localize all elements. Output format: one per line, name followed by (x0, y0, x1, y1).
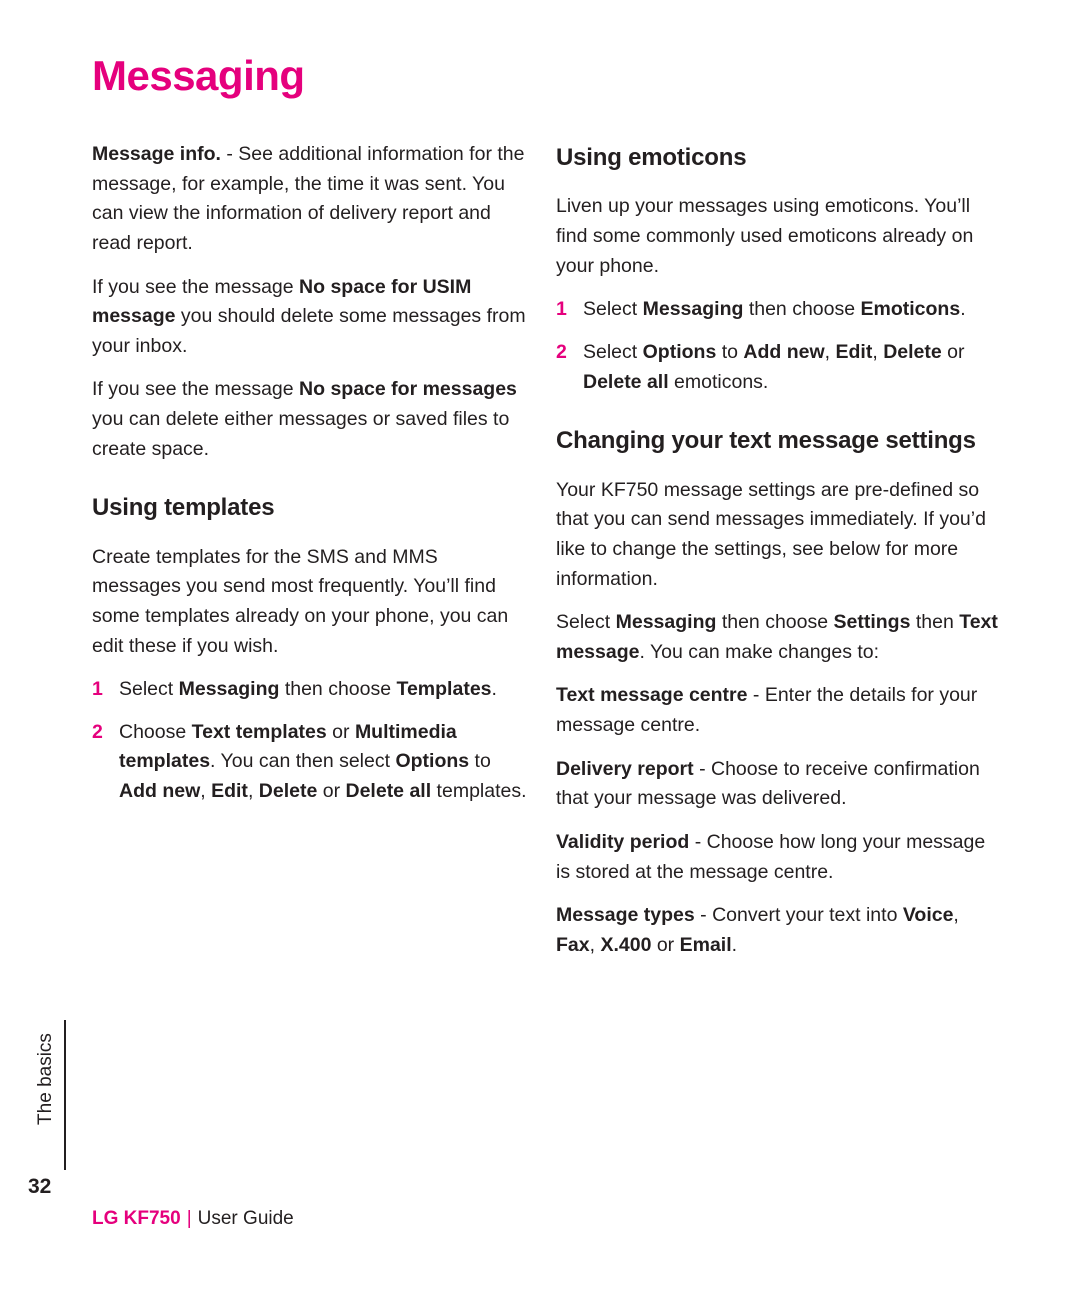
paragraph-no-space-messages: If you see the message No space for mess… (92, 375, 530, 464)
delivery-lead: Delivery report (556, 757, 694, 780)
step1-mid: then choose (279, 678, 397, 701)
r-step1-bold-messaging: Messaging (642, 298, 744, 321)
types-comma1: , (953, 904, 959, 927)
centre-lead: Text message centre (556, 684, 748, 707)
r-step2-pre: Select (583, 340, 643, 363)
step2-mid2: . You can then select (210, 750, 396, 773)
validity-lead: Validity period (556, 830, 690, 853)
step2-bold-delete-all: Delete all (345, 780, 432, 803)
step-number: 2 (556, 340, 567, 363)
step1-bold-messaging: Messaging (178, 678, 280, 701)
item-text-message-centre: Text message centre - Enter the details … (556, 681, 998, 740)
footer-guide-label: User Guide (197, 1208, 294, 1229)
item-validity-period: Validity period - Choose how long your m… (556, 828, 998, 887)
no-space-messages-post: you can delete either messages or saved … (92, 408, 510, 460)
footer: LG KF750 | User Guide (92, 1208, 294, 1230)
r-step2-comma2: , (872, 340, 884, 363)
item-message-types: Message types - Convert your text into V… (556, 901, 998, 960)
select-pre: Select (556, 611, 616, 634)
step2-mid3: to (469, 750, 491, 773)
r-step1-mid: then choose (743, 298, 861, 321)
section-tab: The basics (24, 1020, 66, 1170)
step-number: 2 (92, 720, 103, 743)
paragraph-emoticons-intro: Liven up your messages using emoticons. … (556, 195, 974, 277)
r-step2-bold-edit: Edit (835, 340, 873, 363)
section-tab-label: The basics (35, 1033, 56, 1125)
item-delivery-report: Delivery report - Choose to receive conf… (556, 755, 998, 814)
footer-separator: | (186, 1208, 192, 1229)
heading-changing-text-message-settings: Changing your text message settings (556, 427, 976, 455)
types-post: . (731, 933, 738, 956)
types-mid2: or (651, 933, 680, 956)
step2-mid1: or (326, 720, 355, 743)
types-bold-voice: Voice (902, 904, 954, 927)
templates-step-1: 1 Select Messaging then choose Templates… (92, 675, 530, 705)
r-step2-bold-delete-all: Delete all (583, 370, 669, 393)
templates-step-2: 2 Choose Text templates or Multimedia te… (92, 718, 530, 807)
r-step1-bold-emoticons: Emoticons (860, 298, 961, 321)
r-step2-bold-add-new: Add new (743, 340, 825, 363)
r-step2-post: emoticons. (668, 370, 769, 393)
paragraph-message-info: Message info. - See additional informati… (92, 140, 530, 259)
r-step2-bold-delete: Delete (883, 340, 942, 363)
paragraph-no-space-usim: If you see the message No space for USIM… (92, 273, 530, 362)
types-lead: Message types (556, 904, 695, 927)
no-space-usim-pre: If you see the message (92, 275, 300, 298)
types-mid: - Convert your text into (694, 904, 903, 927)
step2-mid4: or (317, 780, 346, 803)
document-page: Messaging Message info. - See additional… (0, 0, 1080, 1295)
select-post: . You can make changes to: (639, 640, 880, 663)
page-title: Messaging (92, 52, 305, 99)
paragraph-select-settings: Select Messaging then choose Settings th… (556, 608, 998, 667)
step2-comma2: , (247, 780, 259, 803)
left-column: Message info. - See additional informati… (92, 140, 530, 820)
step1-bold-templates: Templates (396, 678, 492, 701)
select-bold-settings: Settings (833, 611, 911, 634)
step2-comma1: , (200, 780, 212, 803)
no-space-messages-pre: If you see the message (92, 378, 300, 401)
step2-bold-text-templates: Text templates (191, 720, 327, 743)
types-comma2: , (589, 933, 601, 956)
types-bold-x400: X.400 (600, 933, 652, 956)
message-info-lead: Message info. (92, 143, 221, 165)
step2-bold-edit: Edit (211, 780, 248, 803)
step2-bold-delete: Delete (258, 780, 318, 803)
emoticons-step-1: 1 Select Messaging then choose Emoticons… (556, 295, 998, 325)
heading-using-emoticons: Using emoticons (556, 144, 747, 171)
r-step2-comma1: , (824, 340, 836, 363)
step2-bold-options: Options (395, 750, 470, 773)
r-step2-mid1: to (716, 340, 744, 363)
step2-post: templates. (431, 780, 527, 803)
select-mid1: then choose (716, 611, 834, 634)
r-step1-post: . (960, 298, 966, 321)
heading-using-templates: Using templates (92, 494, 275, 522)
page-number: 32 (28, 1175, 52, 1198)
step1-pre: Select (119, 678, 179, 701)
footer-brand: LG KF750 (92, 1208, 181, 1229)
step2-pre: Choose (119, 720, 192, 743)
select-mid2: then (910, 611, 960, 634)
r-step2-mid2: or (941, 340, 965, 363)
r-step2-bold-options: Options (642, 340, 717, 363)
step2-bold-add-new: Add new (119, 780, 201, 803)
paragraph-templates-intro: Create templates for the SMS and MMS mes… (92, 545, 509, 657)
emoticons-step-2: 2 Select Options to Add new, Edit, Delet… (556, 338, 998, 397)
select-bold-messaging: Messaging (615, 611, 717, 634)
step-number: 1 (92, 678, 103, 701)
r-step1-pre: Select (583, 298, 643, 321)
right-column: Using emoticons Liven up your messages u… (556, 140, 998, 974)
step1-post: . (491, 678, 497, 701)
no-space-messages-bold: No space for messages (299, 378, 517, 401)
types-bold-fax: Fax (556, 933, 590, 956)
paragraph-settings-intro: Your KF750 message settings are pre-defi… (556, 478, 986, 590)
types-bold-email: Email (679, 933, 732, 956)
step-number: 1 (556, 298, 567, 321)
